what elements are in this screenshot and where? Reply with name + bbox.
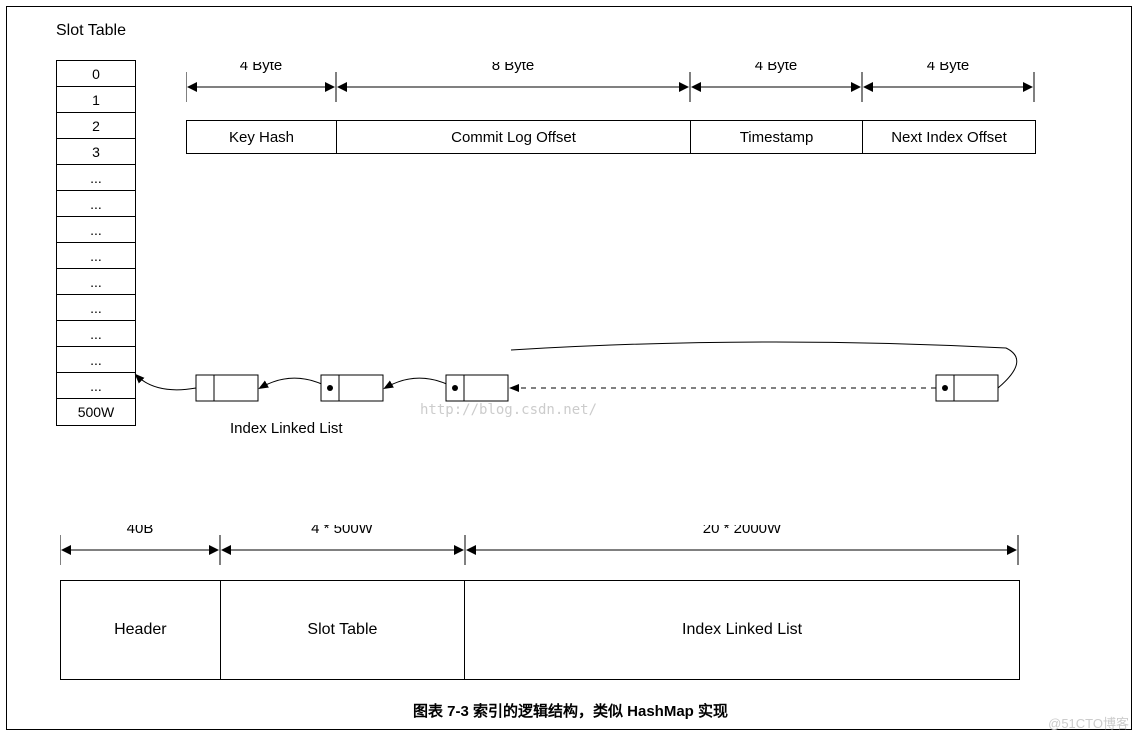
layout-section: Slot Table (221, 581, 465, 679)
layout-size-label: 40B (127, 525, 154, 537)
figure-caption: 图表 7-3 索引的逻辑结构，类似 HashMap 实现 (0, 700, 1141, 721)
entry-size-label: 4 Byte (755, 62, 798, 74)
file-layout-table: Header Slot Table Index Linked List (60, 580, 1020, 680)
entry-field: Next Index Offset (863, 121, 1035, 153)
linked-list-svg (56, 340, 1056, 430)
slot-row: ... (57, 165, 135, 191)
slot-row: 1 (57, 87, 135, 113)
linked-list-label: Index Linked List (230, 420, 343, 437)
entry-size-label: 4 Byte (927, 62, 970, 74)
layout-section: Index Linked List (465, 581, 1019, 679)
slot-row: ... (57, 217, 135, 243)
layout-size-label: 4 * 500W (311, 525, 374, 537)
slot-row: ... (57, 269, 135, 295)
entry-field: Timestamp (691, 121, 863, 153)
layout-size-arrows: 40B 4 * 500W 20 * 2000W (60, 525, 1020, 575)
entry-field: Key Hash (187, 121, 337, 153)
slot-row: ... (57, 243, 135, 269)
index-entry-table: Key Hash Commit Log Offset Timestamp Nex… (186, 120, 1036, 154)
layout-section: Header (61, 581, 221, 679)
entry-size-arrows: 4 Byte 8 Byte 4 Byte 4 Byte (186, 62, 1036, 112)
layout-size-label: 20 * 2000W (703, 525, 782, 537)
slot-row: 2 (57, 113, 135, 139)
slot-table-title: Slot Table (56, 22, 126, 40)
slot-row: 0 (57, 61, 135, 87)
entry-size-label: 8 Byte (492, 62, 535, 74)
slot-row: ... (57, 191, 135, 217)
entry-size-label: 4 Byte (240, 62, 283, 74)
slot-row: ... (57, 295, 135, 321)
slot-row: 3 (57, 139, 135, 165)
entry-field: Commit Log Offset (337, 121, 691, 153)
